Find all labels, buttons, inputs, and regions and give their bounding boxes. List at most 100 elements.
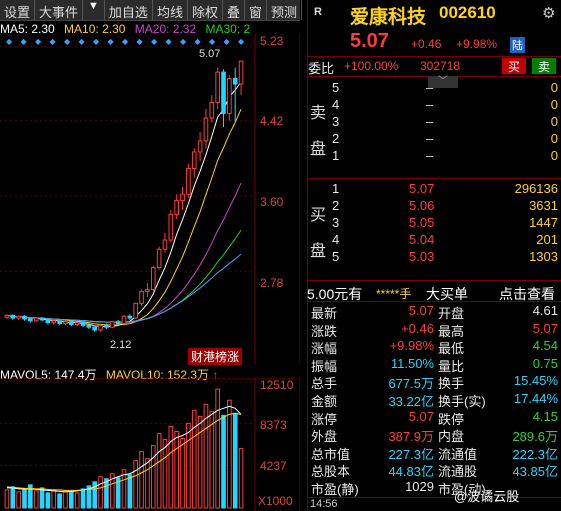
stock-name: 爱康科技 [350,7,427,28]
order-level: 1 [332,148,340,163]
event-diamond-icon[interactable]: ◆ [238,37,245,46]
order-price: 5.04 [409,232,435,247]
volume-bar [63,490,68,509]
candle [174,194,179,219]
toolbar-forecast-button[interactable]: 预测 [267,0,303,20]
toolbar-events-button[interactable]: 大事件 [35,0,84,20]
order-price: 5.06 [409,198,435,213]
volume-bar [45,492,51,509]
volume-bar [74,492,80,509]
event-diamond-icon[interactable]: ◆ [108,37,115,46]
event-diamond-icon[interactable]: ◆ [180,37,187,46]
candle [4,314,10,319]
candlestick-chart[interactable]: ◆ ◆ ◆ ◆ ◆ ◆ ◆ ◆ ◆ ◆ ◆ ◆ ◆ ◆ ◆ ◆ ◆ [0,34,300,364]
event-diamond-icon[interactable]: ◆ [209,37,216,46]
event-diamond-icon[interactable]: ◆ [50,37,57,46]
event-diamond-icon[interactable]: ◆ [137,37,144,46]
stat-value: 17.44% [513,391,558,406]
sell-order-row[interactable]: 5 – 0 [308,80,561,97]
order-volume: 0 [550,97,558,112]
stat-label: 市盈(静) [311,482,359,497]
volume-bar [162,439,168,509]
stat-label: 涨停 [311,411,338,427]
candle [16,315,21,320]
order-volume: 201 [536,232,558,247]
order-volume: 0 [550,114,558,129]
order-level: 1 [332,181,340,196]
candle [150,265,156,292]
order-volume: 296136 [514,181,558,196]
stat-label: 开盘 [438,306,465,321]
low-price-label: 2.12 [110,339,132,351]
buy-button[interactable]: 买 [502,58,526,74]
volume-bar [22,488,27,509]
volume-bar [156,432,162,509]
volume-chart[interactable] [0,378,300,511]
stat-value: 5.07 [408,303,434,318]
stat-label: 换手 [438,376,465,392]
order-price: – [426,131,434,146]
volume-bar [127,474,133,509]
volume-axis-label: 4237 [260,459,287,473]
stats-row: 金额 33.22亿 换手(实) 17.44% [308,391,561,409]
stats-row: 总市值 227.3亿 流通值 222.3亿 [308,444,561,462]
stat-value: 677.5万 [388,376,434,392]
stats-row: 涨停 5.07 跌停 4.15 [308,409,561,427]
stats-row: 总手 677.5万 换手 15.45% [308,373,561,392]
stats-row: 涨幅 +9.98% 最低 4.54 [308,338,561,356]
toolbar-ma-button[interactable]: 均线 [153,0,188,20]
buy-order-row[interactable]: 3 5.05 1447 [308,215,561,232]
candle [209,95,215,123]
chevron-down-icon[interactable]: ▼ [83,0,105,20]
sell-order-row[interactable]: 1 – 0 [308,148,561,165]
order-price: 5.03 [409,249,435,264]
volume-axis-label: 12510 [260,378,294,392]
gear-icon[interactable]: ⚙ [542,4,555,22]
candle [139,289,144,307]
event-diamond-icon[interactable]: ◆ [21,37,28,46]
event-diamond-icon[interactable]: ◆ [151,37,158,46]
volume-bar [51,489,57,509]
price-axis-label: 3.60 [260,195,284,209]
sell-order-row[interactable]: 3 – 0 [308,114,561,131]
ma30-line [6,229,242,323]
event-diamond-icon[interactable]: ◆ [35,37,42,46]
candle [232,67,238,123]
stock-code: 002610 [439,3,496,22]
buy-order-row[interactable]: 4 5.04 201 [308,232,561,249]
event-diamond-icon[interactable]: ◆ [93,37,100,46]
weicha-value: 302718 [420,59,461,73]
stat-value: 43.85亿 [512,464,558,480]
toolbar-overlay-button[interactable]: 叠 [223,0,245,20]
candle [57,319,62,326]
candle [121,315,127,325]
sell-button[interactable]: 卖 [532,58,556,74]
event-diamond-icon[interactable]: ◆ [195,37,202,46]
stat-label: 跌停 [438,411,465,427]
stat-value: 15.45% [513,373,558,389]
ranking-tag[interactable]: 财港榜涨 [188,348,243,365]
order-volume: 0 [550,148,558,163]
buy-order-row[interactable]: 2 5.06 3631 [308,198,561,215]
event-diamond-icon[interactable]: ◆ [79,37,86,46]
order-level: 4 [332,232,340,247]
buy-order-row[interactable]: 5 5.03 1303 [308,249,561,266]
sell-order-row[interactable]: 4 – 0 [308,97,561,114]
toolbar-add-favorite-button[interactable]: 加自选 [105,0,153,20]
buy-order-row[interactable]: 1 5.07 296136 [308,181,561,198]
event-diamond-icon[interactable]: ◆ [64,37,71,46]
event-diamond-icon[interactable]: ◆ [122,37,129,46]
toolbar-settings-button[interactable]: 设置 [0,0,36,20]
order-volume: 0 [550,80,558,95]
sell-order-row[interactable]: 2 – 0 [308,131,561,148]
stats-row: 市盈(静) 1029 市盈(动) [308,479,561,497]
ma60-line [6,253,242,323]
event-diamond-icon[interactable]: ◆ [166,37,173,46]
candle [45,318,51,325]
toolbar-exrights-button[interactable]: 除权 [188,0,223,20]
event-diamond-icon[interactable]: ◆ [224,37,231,46]
stats-row: 总股本 44.83亿 流通股 43.85亿 [308,461,561,480]
volume-bar [4,489,10,509]
toolbar-window-button[interactable]: 窗 [245,0,267,20]
event-diamond-icon[interactable]: ◆ [6,37,13,46]
